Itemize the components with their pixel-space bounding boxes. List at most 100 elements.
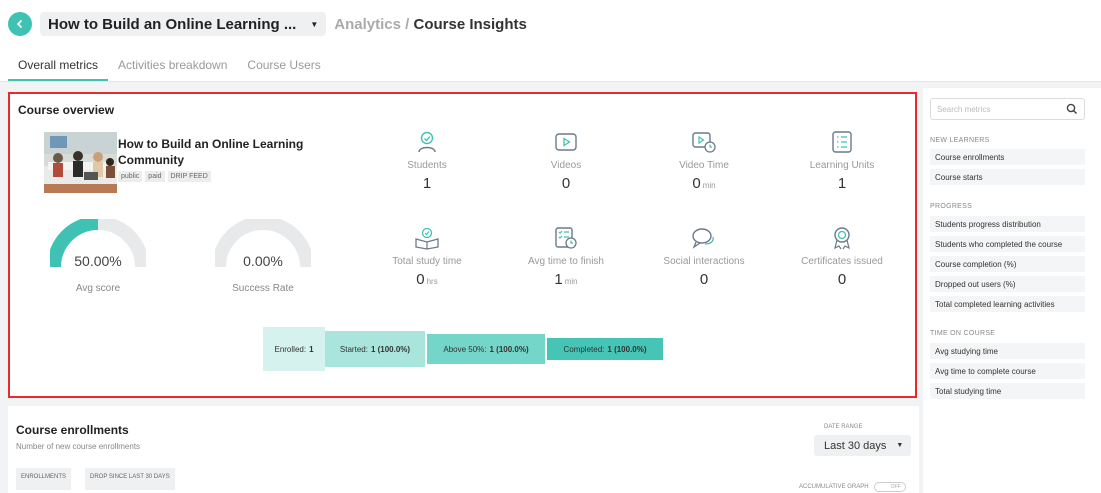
course-selector-label: How to Build an Online Learning ...	[48, 15, 297, 33]
back-button[interactable]	[8, 12, 32, 36]
metric-total-study-time-value: 0	[416, 271, 425, 288]
funnel-above-50-value: 1 (100.0%)	[489, 344, 529, 354]
metric-total-study-time: Total study time 0 hrs	[372, 226, 482, 288]
certificate-icon	[834, 227, 850, 250]
sidebar-item-course-starts[interactable]: Course starts	[930, 169, 1085, 185]
avg-score-gauge: 50.00% Avg score	[50, 219, 146, 299]
funnel-started-label: Started:	[339, 344, 368, 354]
sidebar-item-total-studying-time[interactable]: Total studying time	[930, 383, 1085, 399]
metric-certificates-issued: Certificates issued 0	[787, 226, 897, 288]
breadcrumb-analytics[interactable]: Analytics	[334, 16, 401, 33]
search-box	[930, 98, 1085, 120]
study-time-icon	[415, 227, 439, 250]
tab-bar: Overall metrics Activities breakdown Cou…	[0, 48, 1101, 82]
sidebar-item-avg-studying-time[interactable]: Avg studying time	[930, 343, 1085, 359]
progress-funnel: Enrolled: 1 Started: 1 (100.0%) Above 50%:…	[263, 327, 663, 371]
search-icon[interactable]	[1066, 103, 1078, 115]
success-rate-label: Success Rate	[232, 283, 294, 294]
success-rate-value: 0.00%	[243, 253, 283, 269]
search-input[interactable]	[937, 104, 1062, 114]
tag-drip-feed: DRIP FEED	[167, 171, 211, 182]
tag-paid: paid	[145, 171, 165, 182]
funnel-enrolled-value: 1	[309, 344, 314, 354]
toggle-state: OFF	[890, 484, 901, 490]
sidebar-item-completed-activities[interactable]: Total completed learning activities	[930, 296, 1085, 312]
sidebar-item-dropped-out[interactable]: Dropped out users (%)	[930, 276, 1085, 292]
metric-social-interactions-value: 0	[699, 271, 709, 288]
course-tags: public paid DRIP FEED	[118, 171, 211, 182]
metric-videos-label: Videos	[550, 160, 582, 171]
funnel-started: Started: 1 (100.0%)	[325, 331, 425, 367]
tab-course-users[interactable]: Course Users	[237, 48, 330, 81]
breadcrumb-current: Course Insights	[413, 15, 527, 33]
course-overview-title: Course overview	[18, 103, 115, 117]
metric-video-time: Video Time 0 min	[649, 130, 759, 192]
date-range-value: Last 30 days	[824, 439, 887, 452]
metric-videos-value: 0	[561, 175, 571, 192]
sidebar-item-course-completion[interactable]: Course completion (%)	[930, 256, 1085, 272]
metric-avg-time-to-finish: Avg time to finish 1 min	[511, 226, 621, 288]
metric-total-study-time-label: Total study time	[392, 256, 462, 267]
metric-avg-time-to-finish-value: 1	[554, 271, 563, 288]
funnel-enrolled-label: Enrolled:	[274, 344, 307, 354]
funnel-completed: Completed: 1 (100.0%)	[547, 338, 663, 360]
metric-total-study-time-unit: hrs	[426, 277, 438, 286]
section-progress: PROGRESS	[930, 203, 973, 210]
metric-videos: Videos 0	[511, 130, 621, 192]
metric-social-interactions-label: Social interactions	[663, 256, 745, 267]
metric-video-time-value: 0	[692, 175, 701, 192]
course-selector[interactable]: How to Build an Online Learning ... ▼	[40, 12, 327, 36]
metric-avg-time-to-finish-unit: min	[564, 277, 578, 286]
videos-icon	[555, 133, 577, 151]
caret-down-icon: ▼	[896, 442, 904, 449]
metric-video-time-unit: min	[702, 181, 716, 190]
section-time-on-course: TIME ON COURSE	[930, 330, 996, 337]
funnel-completed-value: 1 (100.0%)	[607, 344, 647, 354]
metric-students-value: 1	[422, 175, 432, 192]
sidebar-item-completed-course[interactable]: Students who completed the course	[930, 236, 1085, 252]
video-time-icon	[692, 132, 716, 153]
funnel-completed-label: Completed:	[563, 344, 605, 354]
chevron-left-icon	[16, 19, 23, 29]
metric-learning-units: Learning Units 1	[787, 130, 897, 192]
enrollments-title: Course enrollments	[16, 423, 129, 437]
metric-learning-units-label: Learning Units	[809, 160, 875, 171]
drop-since-chip: DROP SINCE LAST 30 DAYS	[85, 468, 175, 490]
accumulative-toggle[interactable]: OFF	[873, 482, 906, 492]
metrics-sidebar: NEW LEARNERS Course enrollments Course s…	[923, 88, 1101, 493]
enrollments-subtitle: Number of new course enrollments	[16, 442, 141, 451]
date-range-label: DATE RANGE	[824, 424, 863, 430]
metric-students-label: Students	[407, 160, 447, 171]
metric-certificates-issued-value: 0	[837, 271, 847, 288]
accumulative-graph-label: ACCUMULATIVE GRAPH	[799, 484, 869, 490]
funnel-started-value: 1 (100.0%)	[370, 344, 411, 354]
course-enrollments-card: Course enrollments Number of new course …	[8, 406, 919, 493]
section-new-learners: NEW LEARNERS	[930, 137, 990, 144]
breadcrumb: Analytics / Course Insights	[334, 16, 527, 33]
enrollments-chip: ENROLLMENTS	[16, 468, 72, 490]
metric-students: Students 1	[372, 130, 482, 192]
sidebar-item-course-enrollments[interactable]: Course enrollments	[930, 149, 1085, 165]
metric-certificates-issued-label: Certificates issued	[801, 256, 883, 267]
breadcrumb-separator: /	[400, 15, 414, 33]
metric-video-time-label: Video Time	[679, 160, 729, 171]
top-bar: How to Build an Online Learning ... ▼ An…	[0, 0, 1101, 48]
metric-learning-units-value: 1	[837, 175, 847, 192]
funnel-above-50: Above 50%: 1 (100.0%)	[427, 334, 545, 364]
success-rate-gauge: 0.00% Success Rate	[215, 219, 311, 299]
metric-social-interactions: Social interactions 0	[649, 226, 759, 288]
sidebar-item-avg-time-complete[interactable]: Avg time to complete course	[930, 363, 1085, 379]
sidebar-item-progress-distribution[interactable]: Students progress distribution	[930, 216, 1085, 232]
avg-score-label: Avg score	[75, 283, 121, 294]
funnel-above-50-label: Above 50%:	[443, 344, 487, 354]
course-thumbnail	[44, 132, 117, 193]
accumulative-graph: ACCUMULATIVE GRAPH OFF	[799, 482, 906, 492]
date-range-select[interactable]: Last 30 days ▼	[814, 435, 911, 456]
tab-overall-metrics[interactable]: Overall metrics	[8, 48, 109, 81]
social-icon	[692, 228, 714, 249]
course-name: How to Build an Online Learning Communit…	[118, 137, 304, 167]
avg-finish-icon	[555, 227, 577, 249]
metric-avg-time-to-finish-label: Avg time to finish	[528, 256, 604, 267]
students-icon	[418, 131, 436, 153]
tab-activities-breakdown[interactable]: Activities breakdown	[108, 48, 237, 81]
